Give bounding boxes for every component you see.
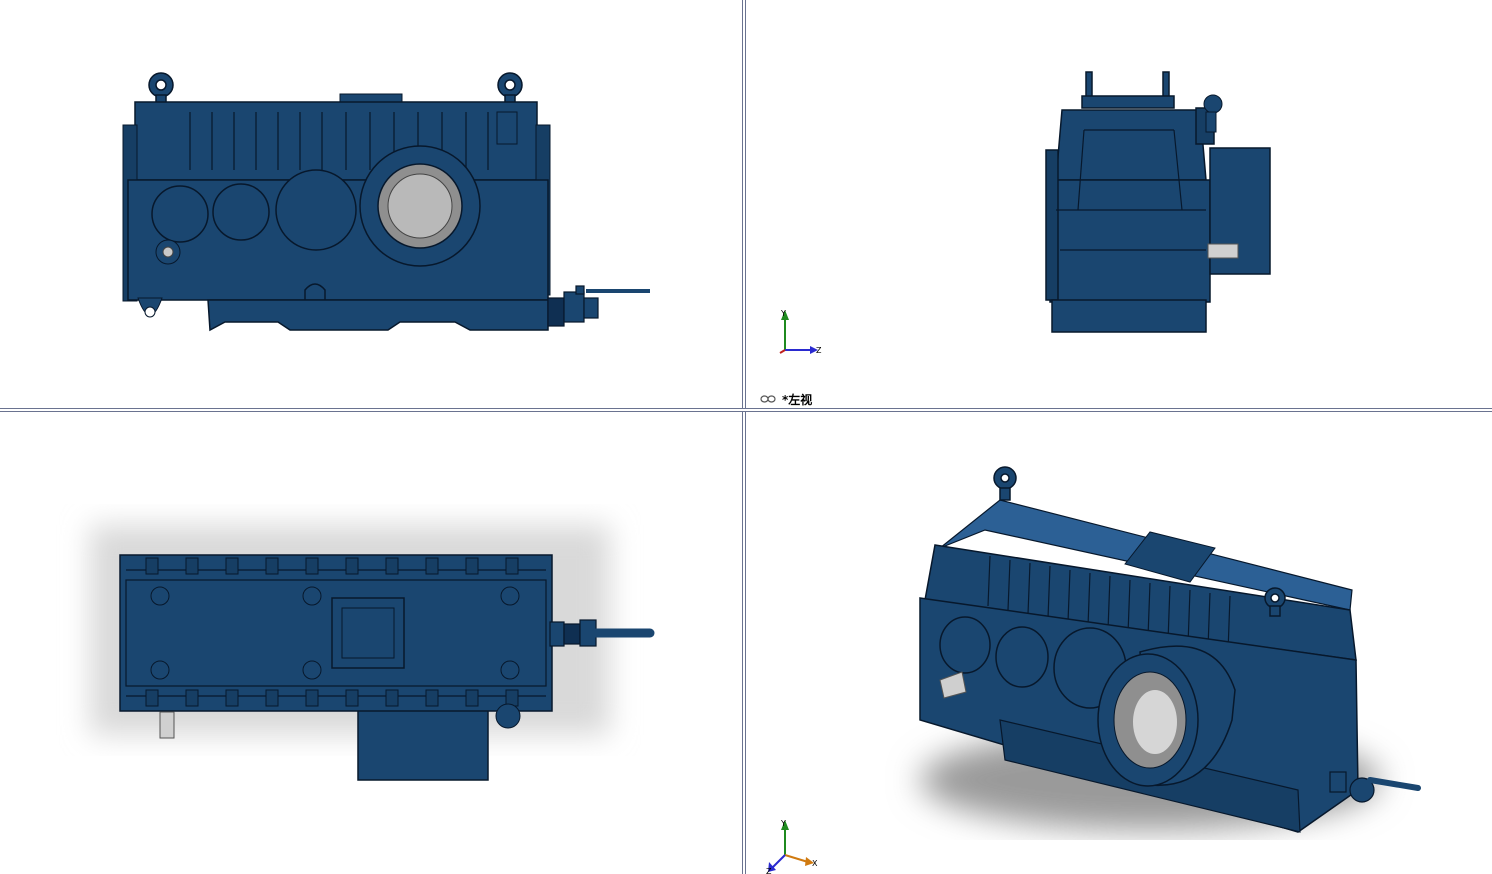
triad-iso-z-label: Z: [766, 867, 772, 874]
bearing-cover-1: [151, 185, 209, 243]
triad-iso-x-label: X: [812, 859, 818, 868]
lifting-eye-left: [148, 72, 174, 106]
housing-body: [1049, 179, 1211, 303]
viewport-splitter-vertical[interactable]: [742, 0, 746, 874]
gearbox-isometric-view: Y X Z: [766, 466, 1421, 874]
gearbox-front-view: [122, 72, 650, 332]
bearing-cover-3: [275, 169, 357, 251]
hollow-shaft-top: [357, 699, 489, 781]
glasses-icon: [760, 395, 776, 403]
view-name-text: *左视: [782, 392, 813, 407]
triad-iso-y-label: Y: [780, 819, 786, 828]
viewport-left[interactable]: Y Z: [746, 0, 1492, 408]
triad-z-label: Z: [816, 346, 822, 355]
view-name-label: *左视: [760, 391, 812, 407]
viewport-splitter-horizontal[interactable]: [0, 408, 1492, 412]
gearbox-top-view: [90, 525, 655, 781]
viewport-top[interactable]: [0, 412, 742, 874]
triad-y-label: Y: [780, 309, 786, 318]
viewport-isometric[interactable]: Y X Z: [746, 412, 1492, 874]
viewport-front[interactable]: [0, 0, 742, 408]
gearbox-left-view: Y Z: [779, 71, 1271, 355]
drain-valve: [547, 285, 650, 327]
bearing-cover-2: [212, 183, 270, 241]
housing-top: [1055, 109, 1207, 181]
upper-housing: [134, 101, 538, 181]
base-foot: [1051, 299, 1207, 333]
coordinate-triad-icon-iso: [768, 820, 814, 872]
lifting-eye-right: [497, 72, 523, 106]
